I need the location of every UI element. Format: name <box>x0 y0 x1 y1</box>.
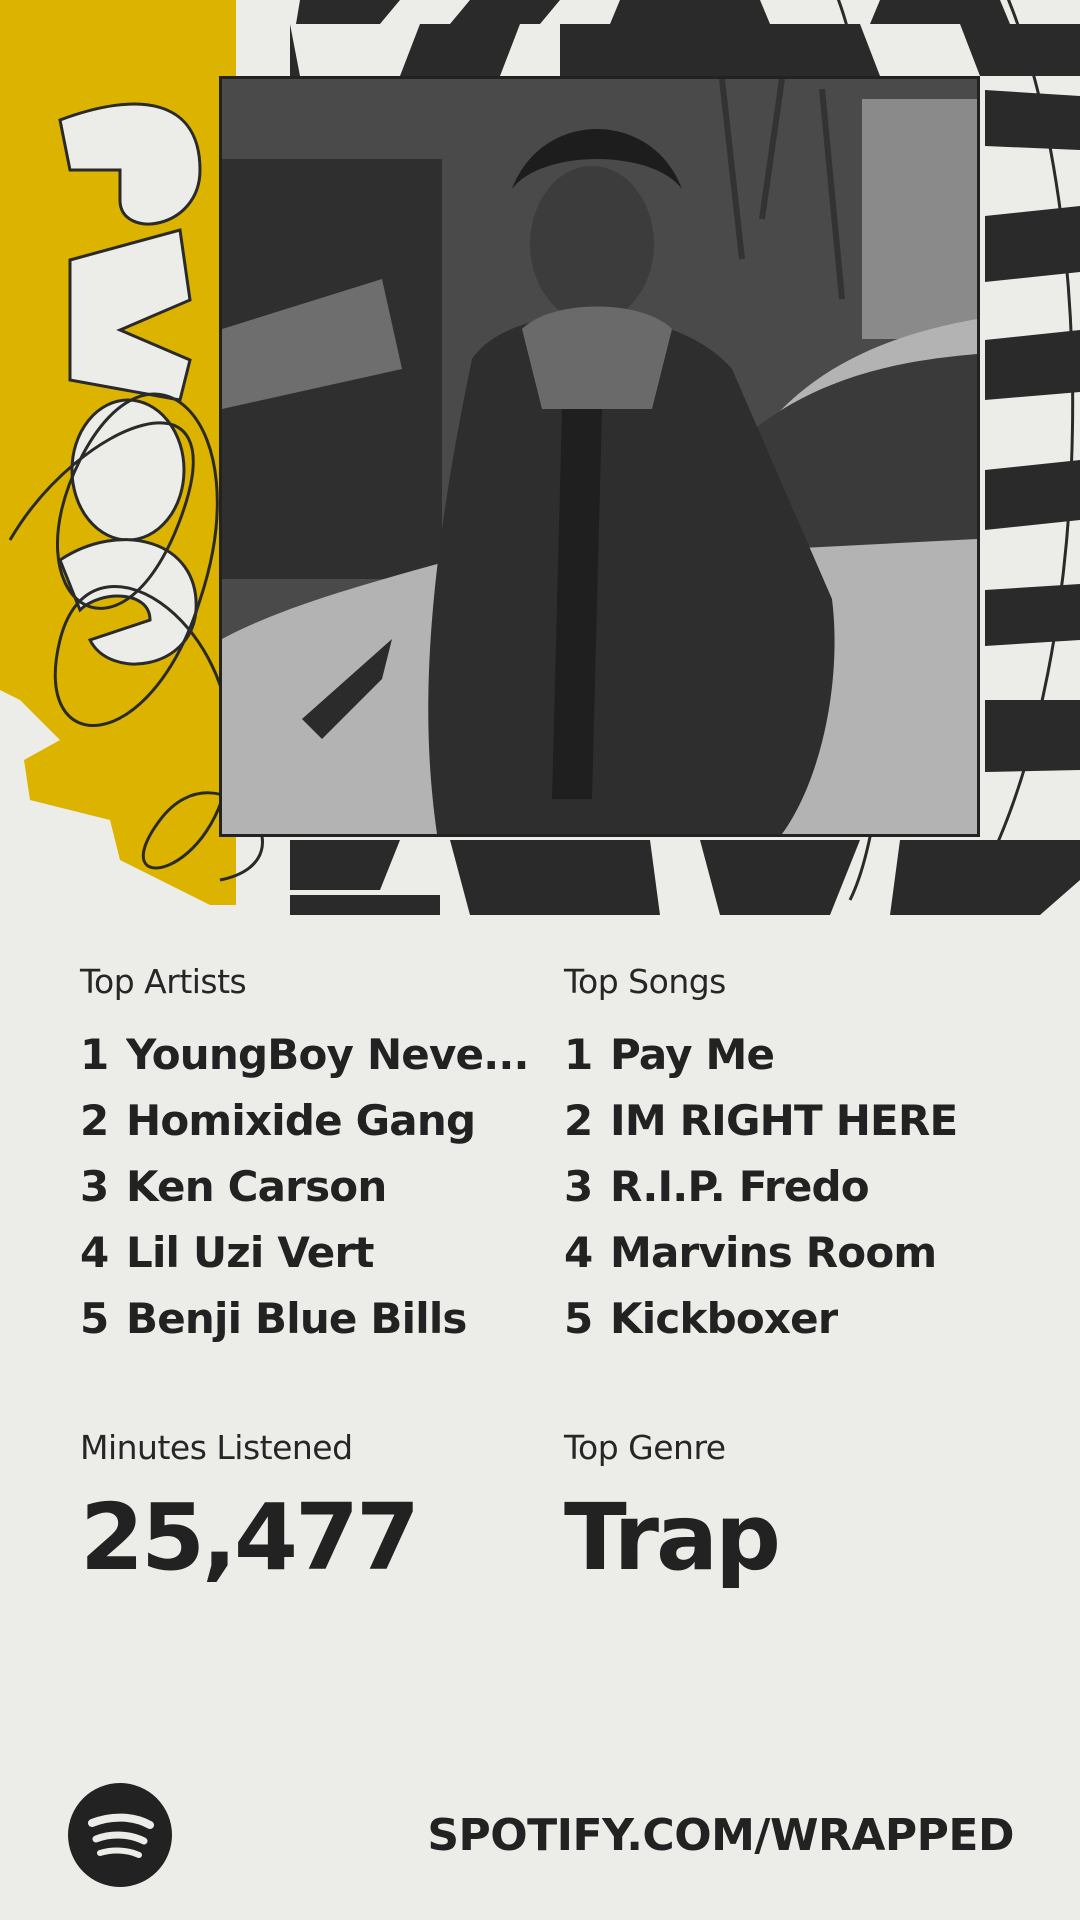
spotify-logo-icon <box>68 1783 172 1887</box>
artist-row-4: 4 Lil Uzi Vert <box>80 1220 540 1286</box>
artist-rank: 1 <box>80 1030 109 1079</box>
song-name: Marvins Room <box>610 1228 937 1277</box>
artist-name: Lil Uzi Vert <box>126 1228 374 1277</box>
song-rank: 1 <box>564 1030 593 1079</box>
song-row-3: 3 R.I.P. Fredo <box>564 1154 1044 1220</box>
artist-row-2: 2 Homixide Gang <box>80 1088 540 1154</box>
song-row-2: 2 IM RIGHT HERE <box>564 1088 1044 1154</box>
genre-value: Trap <box>564 1484 781 1591</box>
artist-photo <box>219 76 980 837</box>
top-songs-list: 1 Pay Me 2 IM RIGHT HERE 3 R.I.P. Fredo … <box>564 1022 1044 1352</box>
artist-rank: 3 <box>80 1162 109 1211</box>
header-art <box>0 0 1080 915</box>
artist-rank: 4 <box>80 1228 109 1277</box>
song-row-5: 5 Kickboxer <box>564 1286 1044 1352</box>
song-rank: 3 <box>564 1162 593 1211</box>
song-row-1: 1 Pay Me <box>564 1022 1044 1088</box>
artist-name: Homixide Gang <box>126 1096 476 1145</box>
top-songs-section: Top Songs 1 Pay Me 2 IM RIGHT HERE 3 R.I… <box>564 962 1044 1352</box>
top-artists-list: 1 YoungBoy Neve... 2 Homixide Gang 3 Ken… <box>80 1022 540 1352</box>
top-songs-label: Top Songs <box>564 962 726 1001</box>
artist-row-3: 3 Ken Carson <box>80 1154 540 1220</box>
minutes-label: Minutes Listened <box>80 1428 353 1467</box>
artist-name: Ken Carson <box>126 1162 387 1211</box>
artist-name: YoungBoy Neve... <box>126 1030 529 1079</box>
song-rank: 5 <box>564 1294 593 1343</box>
song-name: Kickboxer <box>610 1294 838 1343</box>
song-name: Pay Me <box>610 1030 775 1079</box>
top-artists-label: Top Artists <box>80 962 247 1001</box>
top-artists-section: Top Artists 1 YoungBoy Neve... 2 Homixid… <box>80 962 540 1352</box>
song-rank: 2 <box>564 1096 593 1145</box>
song-name: R.I.P. Fredo <box>610 1162 869 1211</box>
artist-row-1: 1 YoungBoy Neve... <box>80 1022 540 1088</box>
artist-rank: 2 <box>80 1096 109 1145</box>
wrapped-url[interactable]: SPOTIFY.COM/WRAPPED <box>427 1806 1014 1866</box>
minutes-listened: Minutes Listened 25,477 <box>80 1428 420 1591</box>
artist-row-5: 5 Benji Blue Bills <box>80 1286 540 1352</box>
song-row-4: 4 Marvins Room <box>564 1220 1044 1286</box>
artist-rank: 5 <box>80 1294 109 1343</box>
song-rank: 4 <box>564 1228 593 1277</box>
song-name: IM RIGHT HERE <box>610 1096 958 1145</box>
minutes-value: 25,477 <box>80 1484 420 1591</box>
artist-name: Benji Blue Bills <box>126 1294 467 1343</box>
top-genre: Top Genre Trap <box>564 1428 781 1591</box>
photo-illustration <box>222 79 977 834</box>
genre-label: Top Genre <box>564 1428 726 1467</box>
